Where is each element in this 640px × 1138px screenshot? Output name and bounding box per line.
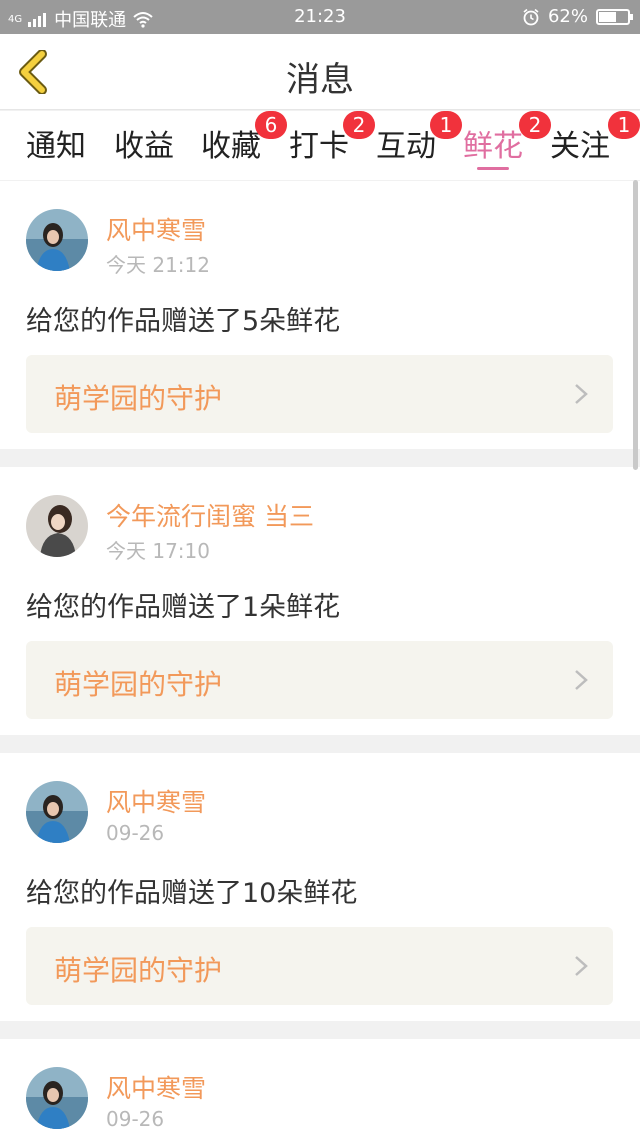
unread-badge: 1 <box>430 111 462 139</box>
sender-name[interactable]: 今年流行闺蜜 当三 <box>106 497 314 533</box>
battery-percent: 62% <box>547 6 588 27</box>
tab-label: 收藏 <box>201 129 261 164</box>
message-time: 09-26 <box>106 821 165 845</box>
work-link[interactable]: 萌学园的守护 <box>26 355 613 433</box>
sender-name[interactable]: 风中寒雪 <box>106 1069 206 1105</box>
message-card: 风中寒雪 今天 21:12 给您的作品赠送了5朵鲜花 萌学园的守护 <box>0 181 640 449</box>
avatar-image <box>26 209 88 271</box>
tab-follow[interactable]: 关注 1 <box>550 111 640 165</box>
unread-badge: 2 <box>343 111 375 139</box>
battery-icon <box>596 8 633 25</box>
work-link[interactable]: 萌学园的守护 <box>26 927 613 1005</box>
message-time: 今天 21:12 <box>106 253 210 277</box>
message-time: 09-26 <box>106 1107 165 1131</box>
work-link[interactable]: 萌学园的守护 <box>26 641 613 719</box>
avatar-image <box>26 781 88 843</box>
avatar[interactable] <box>26 495 88 557</box>
chevron-right-icon <box>575 670 588 690</box>
message-text: 给您的作品赠送了10朵鲜花 <box>26 878 358 909</box>
avatar[interactable] <box>26 1067 88 1129</box>
tab-notice[interactable]: 通知 <box>26 121 86 165</box>
work-title: 萌学园的守护 <box>54 668 223 701</box>
message-card: 风中寒雪 09-26 给您的作品赠送了10朵鲜花 萌学园的守护 <box>0 753 640 1021</box>
sender-name[interactable]: 风中寒雪 <box>106 783 206 819</box>
tab-label: 打卡 <box>289 129 349 164</box>
tab-checkin[interactable]: 打卡 2 <box>289 111 375 165</box>
unread-badge: 2 <box>519 111 551 139</box>
message-text: 给您的作品赠送了5朵鲜花 <box>26 306 341 337</box>
tab-earnings[interactable]: 收益 <box>114 121 174 165</box>
tab-label: 鲜花 <box>463 129 523 164</box>
tab-label: 关注 <box>550 129 610 164</box>
alarm-icon <box>523 8 539 25</box>
tab-interaction[interactable]: 互动 1 <box>376 111 462 165</box>
unread-badge: 6 <box>255 111 287 139</box>
active-tab-indicator <box>477 167 509 170</box>
tab-flowers[interactable]: 鲜花 2 <box>463 111 551 170</box>
tab-label: 互动 <box>376 129 436 164</box>
message-text: 给您的作品赠送了1朵鲜花 <box>26 592 341 623</box>
message-card: 今年流行闺蜜 当三 今天 17:10 给您的作品赠送了1朵鲜花 萌学园的守护 <box>0 467 640 735</box>
scrollbar[interactable] <box>633 180 638 470</box>
tab-bar: 通知 收益 收藏 6 打卡 2 互动 1 鲜花 2 关注 1 <box>0 111 640 180</box>
tab-favorites[interactable]: 收藏 6 <box>201 111 287 165</box>
message-card: 风中寒雪 09-26 <box>0 1039 640 1138</box>
chevron-right-icon <box>575 384 588 404</box>
sender-name[interactable]: 风中寒雪 <box>106 211 206 247</box>
page-title: 消息 <box>286 60 354 100</box>
unread-badge: 1 <box>608 111 640 139</box>
work-title: 萌学园的守护 <box>54 382 223 415</box>
top-bar: 消息 <box>0 34 640 110</box>
avatar[interactable] <box>26 781 88 843</box>
chevron-right-icon <box>575 956 588 976</box>
work-title: 萌学园的守护 <box>54 954 223 987</box>
tab-label: 通知 <box>26 129 86 164</box>
avatar-image <box>26 1067 88 1129</box>
status-bar: 4G 中国联通 21:23 62% <box>0 0 640 34</box>
avatar-image <box>26 495 88 557</box>
tab-label: 收益 <box>114 129 174 164</box>
battery-level <box>599 11 617 22</box>
status-right: 62% <box>522 6 633 27</box>
message-time: 今天 17:10 <box>106 539 210 563</box>
avatar[interactable] <box>26 209 88 271</box>
